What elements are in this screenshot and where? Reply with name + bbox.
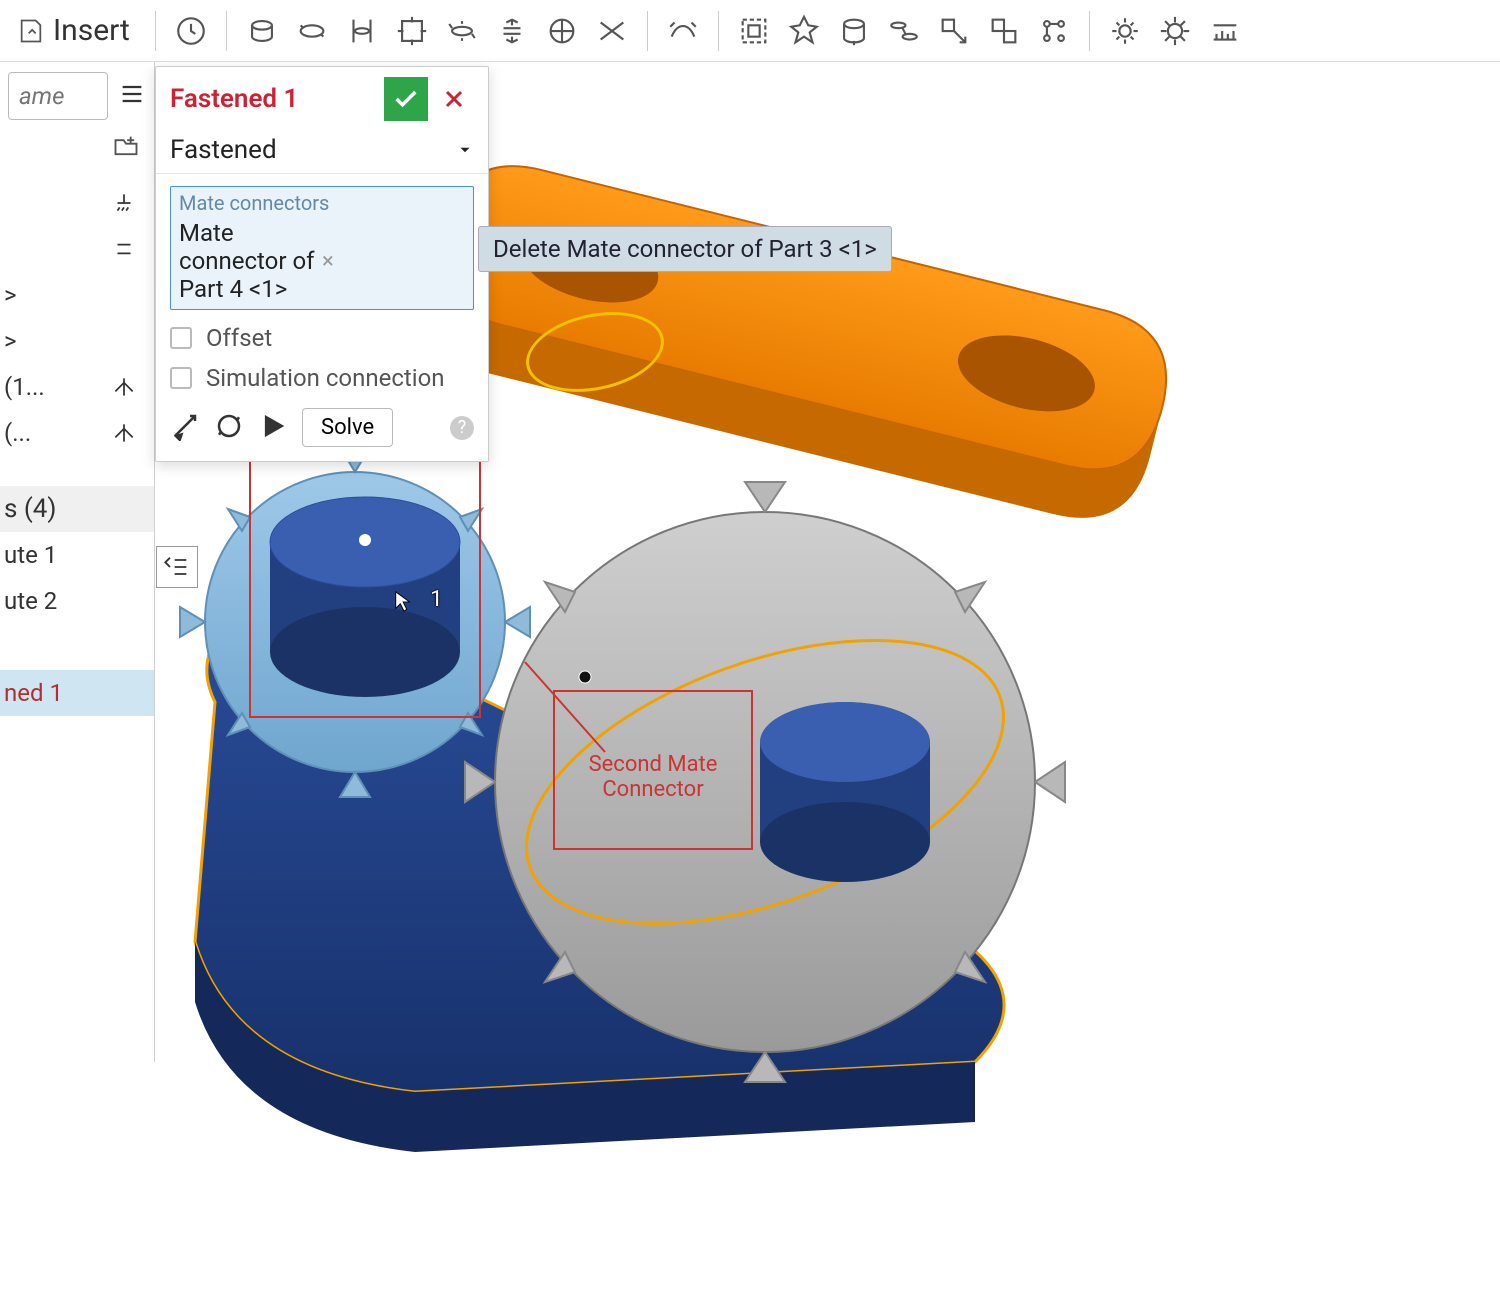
mate-connector-selection: Mate connector of Part 4 <1> — [179, 219, 318, 303]
list-view-icon[interactable] — [118, 80, 146, 112]
offset-checkbox[interactable] — [170, 327, 192, 349]
toolbar-separator — [155, 11, 156, 51]
offset-label: Offset — [206, 324, 272, 352]
toolbar-separator — [718, 11, 719, 51]
simulation-checkbox[interactable] — [170, 367, 192, 389]
simulation-label: Simulation connection — [206, 364, 445, 392]
tree-item-part[interactable] — [0, 226, 154, 272]
mate-item-label: ned 1 — [4, 679, 63, 707]
tree-search-input[interactable] — [8, 72, 108, 120]
tree-item-part[interactable]: > — [0, 318, 154, 364]
add-folder-icon[interactable] — [112, 132, 140, 164]
feature-tree-sidebar: > > (1... (... s (4) ute 1 ute 2 ned 1 — [0, 62, 155, 1062]
pin-slot-mate-icon[interactable] — [491, 10, 533, 52]
group-icon[interactable] — [733, 10, 775, 52]
toolbar-separator — [226, 11, 227, 51]
fastened-mate-icon[interactable] — [241, 10, 283, 52]
ball-mate-icon[interactable] — [541, 10, 583, 52]
toolbar-separator — [1089, 11, 1090, 51]
screw-relation-icon[interactable] — [983, 10, 1025, 52]
mate-item-label: ute 2 — [4, 587, 57, 615]
history-icon[interactable] — [170, 10, 212, 52]
slider-mate-icon[interactable] — [341, 10, 383, 52]
reorient-secondary-axis-button[interactable] — [214, 411, 244, 445]
cylindrical-mate-icon[interactable] — [441, 10, 483, 52]
mate-item-selected[interactable]: ned 1 — [0, 670, 154, 716]
mate-connector-icon — [106, 415, 142, 451]
tree-item-label: (1... — [4, 373, 106, 401]
tree-item-instance[interactable]: (1... — [0, 364, 154, 410]
dialog-confirm-button[interactable] — [384, 77, 428, 121]
mates-folder-label: s (4) — [4, 494, 56, 524]
tangent-mate-icon[interactable] — [662, 10, 704, 52]
replicate-icon[interactable] — [1104, 10, 1146, 52]
close-icon — [442, 87, 466, 111]
help-icon[interactable]: ? — [450, 416, 474, 440]
insert-icon — [17, 17, 45, 45]
chevron-down-icon — [456, 141, 474, 159]
mate-connector-icon[interactable] — [783, 10, 825, 52]
dialog-cancel-button[interactable] — [434, 79, 474, 119]
insert-label: Insert — [53, 13, 130, 48]
mate-connector-icon — [106, 369, 142, 405]
feature-tree: > > (1... (... s (4) ute 1 ute 2 ned 1 — [0, 174, 154, 716]
remove-selection-button[interactable]: × — [318, 249, 465, 274]
insert-button[interactable]: Insert — [6, 8, 141, 53]
tree-item-origin[interactable] — [0, 180, 154, 226]
ground-icon — [106, 185, 142, 221]
animate-button[interactable] — [258, 411, 288, 445]
flip-primary-axis-button[interactable] — [170, 411, 200, 445]
mate-item[interactable] — [0, 624, 154, 670]
named-position-icon[interactable] — [1154, 10, 1196, 52]
annotation-label-2: Second Mate Connector — [573, 752, 733, 802]
delete-tooltip: Delete Mate connector of Part 3 <1> — [478, 226, 892, 272]
tooltip-text: Delete Mate connector of Part 3 <1> — [493, 235, 877, 263]
mate-type-dropdown[interactable]: Fastened — [156, 127, 488, 174]
cursor-indicator: 1 — [393, 590, 441, 619]
linear-pattern-icon[interactable] — [1033, 10, 1075, 52]
mate-dialog: Fastened 1 Fastened Mate connectors Mate… — [155, 66, 489, 462]
simulation-checkbox-row[interactable]: Simulation connection — [156, 358, 488, 398]
tree-item-part[interactable]: > — [0, 272, 154, 318]
gear-relation-icon[interactable] — [883, 10, 925, 52]
toolbar-separator — [647, 11, 648, 51]
planar-mate-icon[interactable] — [391, 10, 433, 52]
offset-checkbox-row[interactable]: Offset — [156, 318, 488, 358]
snap-icon[interactable] — [1204, 10, 1246, 52]
mate-item[interactable]: ute 2 — [0, 578, 154, 624]
fixed-icon — [106, 231, 142, 267]
mate-item[interactable]: ute 1 — [0, 532, 154, 578]
parallel-mate-icon[interactable] — [591, 10, 633, 52]
mate-item-label: ute 1 — [4, 541, 57, 569]
collapse-tree-icon[interactable] — [156, 546, 198, 588]
mate-connectors-field[interactable]: Mate connectors Mate connector of Part 4… — [170, 186, 474, 310]
top-toolbar: Insert — [0, 0, 1500, 62]
rack-pinion-icon[interactable] — [933, 10, 975, 52]
mate-type-label: Fastened — [170, 135, 456, 165]
relation-icon[interactable] — [833, 10, 875, 52]
revolute-mate-icon[interactable] — [291, 10, 333, 52]
dialog-title: Fastened 1 — [170, 84, 384, 114]
cursor-count: 1 — [430, 587, 442, 612]
mates-folder-header[interactable]: s (4) — [0, 486, 154, 532]
tree-item-label: (... — [4, 419, 106, 447]
check-icon — [392, 85, 420, 113]
mate-connectors-label: Mate connectors — [179, 191, 465, 215]
solve-button[interactable]: Solve — [302, 408, 393, 447]
tree-item-instance[interactable]: (... — [0, 410, 154, 456]
